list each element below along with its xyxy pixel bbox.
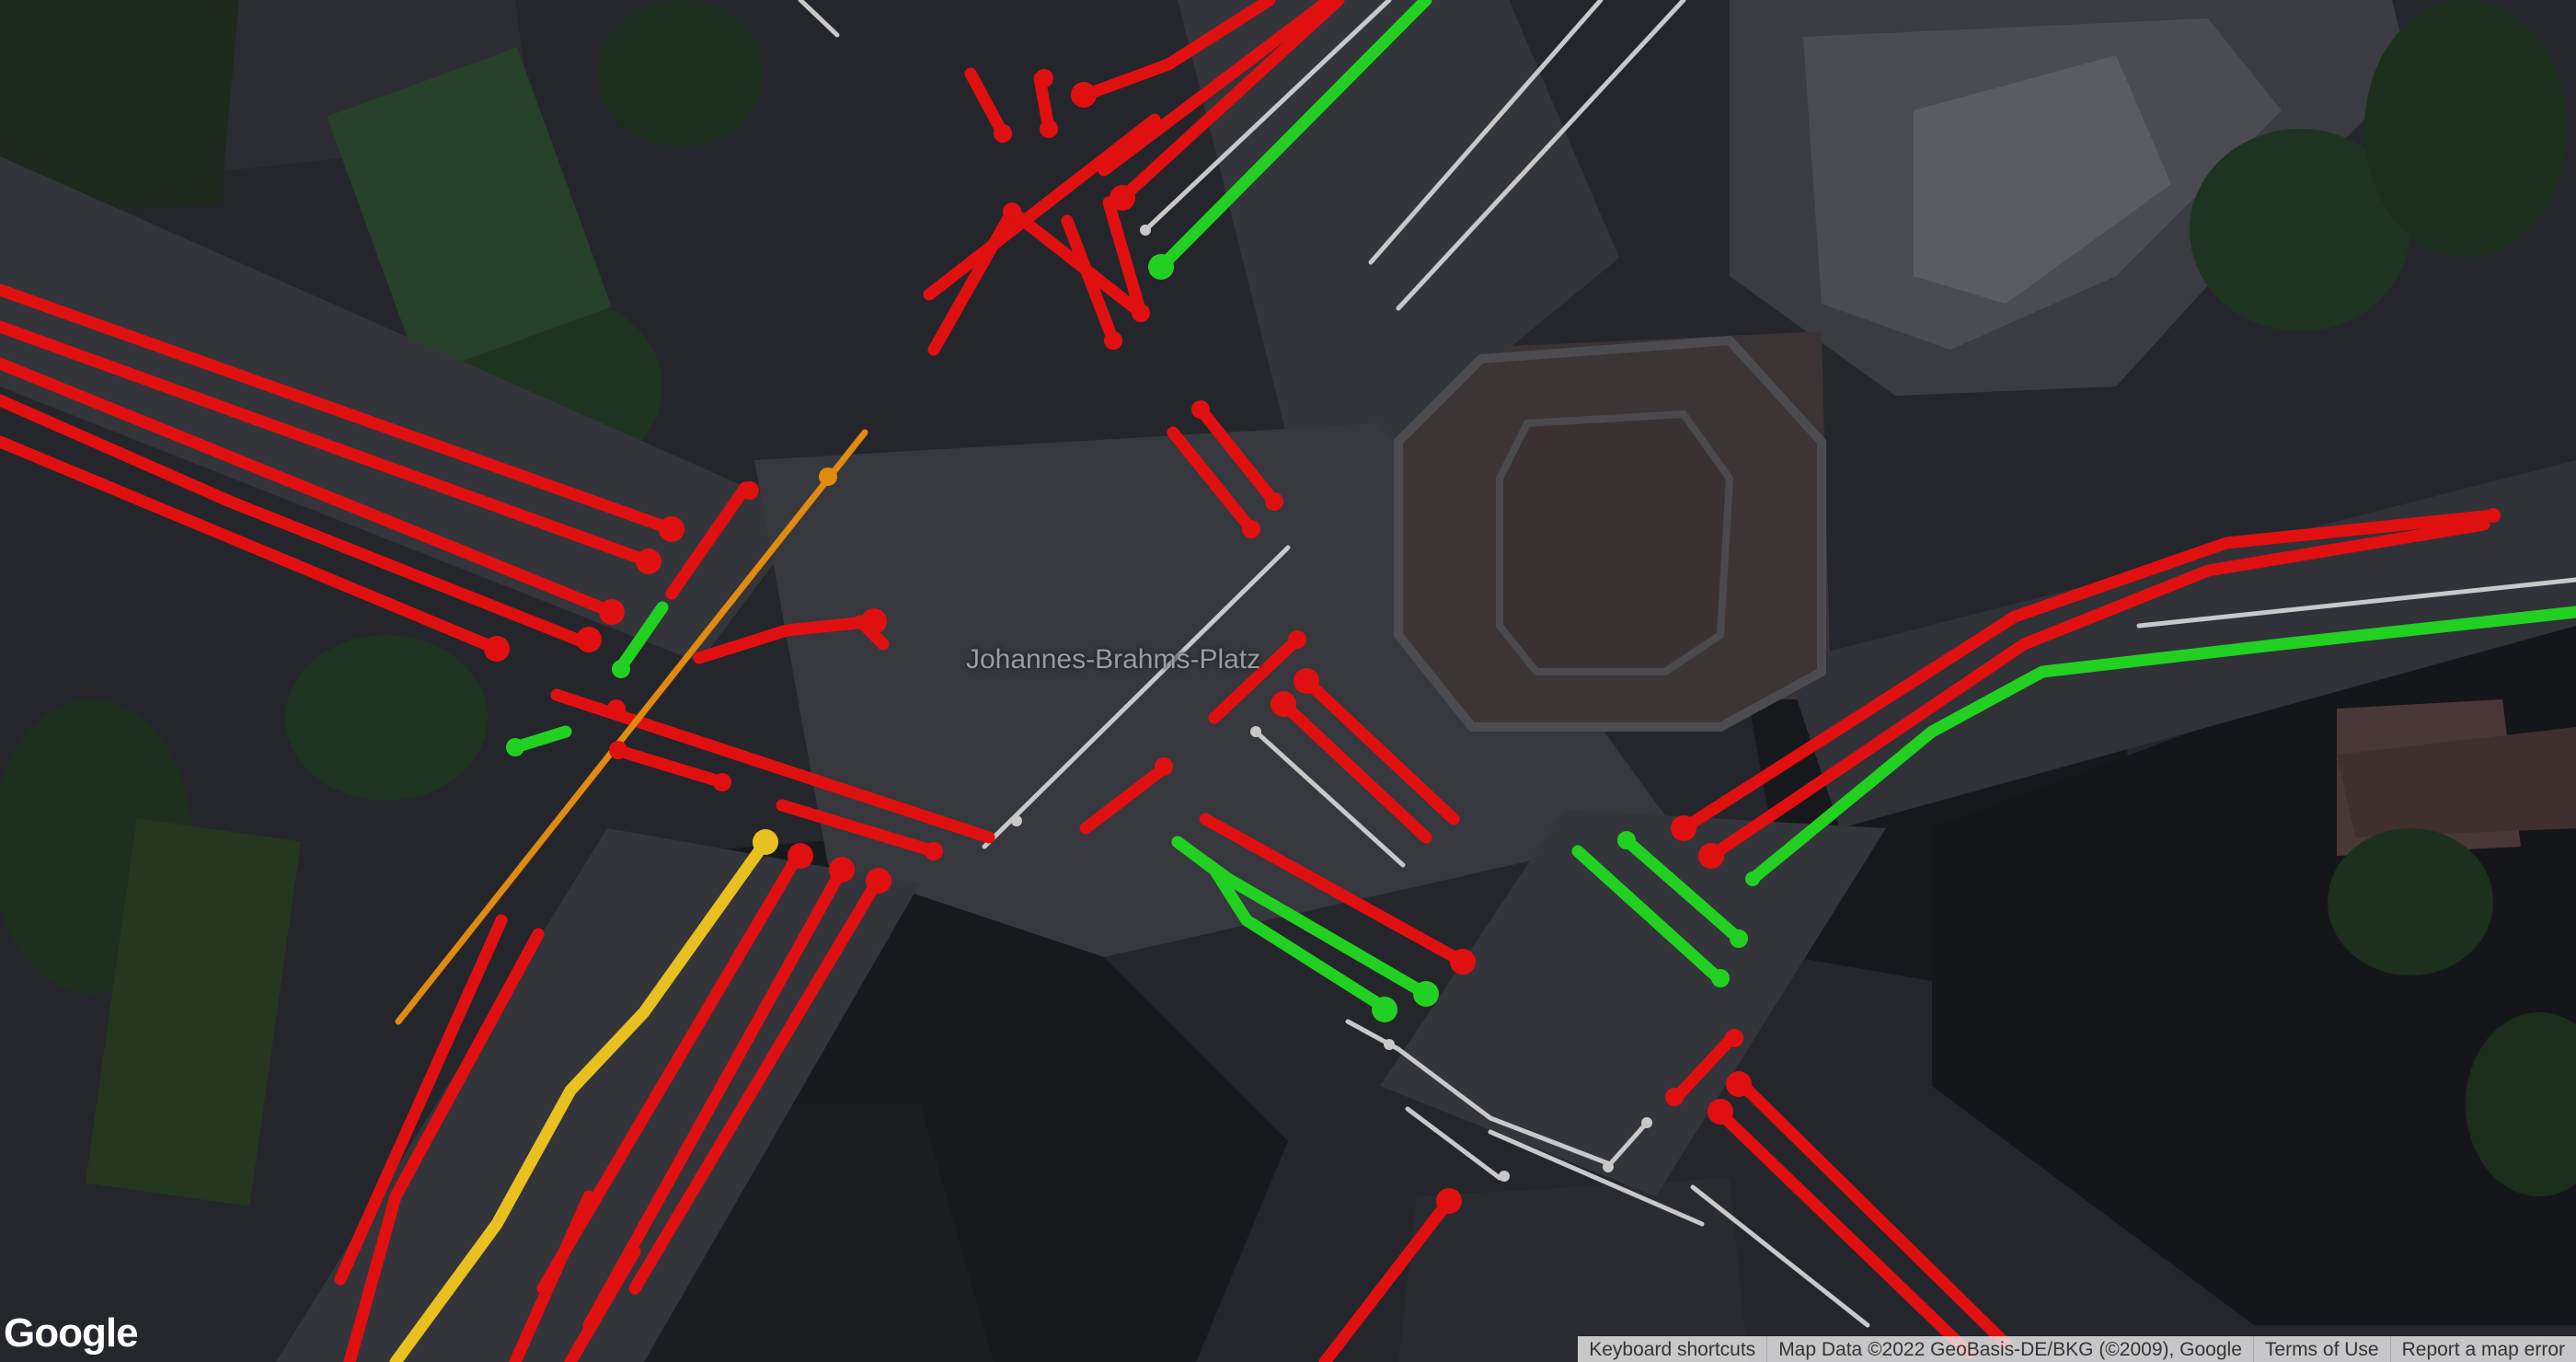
green-signal-points: [506, 254, 1760, 1022]
report-map-error-link[interactable]: Report a map error: [2389, 1336, 2576, 1362]
place-label[interactable]: Johannes-Brahms-Platz: [966, 644, 1260, 675]
map-data-attribution: Map Data ©2022 GeoBasis-DE/BKG (©2009), …: [1766, 1336, 2253, 1362]
yellow-signal-points: [753, 829, 778, 855]
orange-signal-points: [819, 467, 837, 486]
keyboard-shortcuts-link[interactable]: Keyboard shortcuts: [1578, 1336, 1766, 1362]
terms-of-use-link[interactable]: Terms of Use: [2252, 1336, 2390, 1362]
attribution-bar: Keyboard shortcuts Map Data ©2022 GeoBas…: [1578, 1336, 2576, 1362]
signal-lane-overlay: [0, 0, 2576, 1362]
google-logo: Google: [4, 1310, 139, 1356]
map-view[interactable]: Johannes-Brahms-Platz Google Keyboard sh…: [0, 0, 2576, 1362]
red-lanes: [0, 0, 2500, 1362]
